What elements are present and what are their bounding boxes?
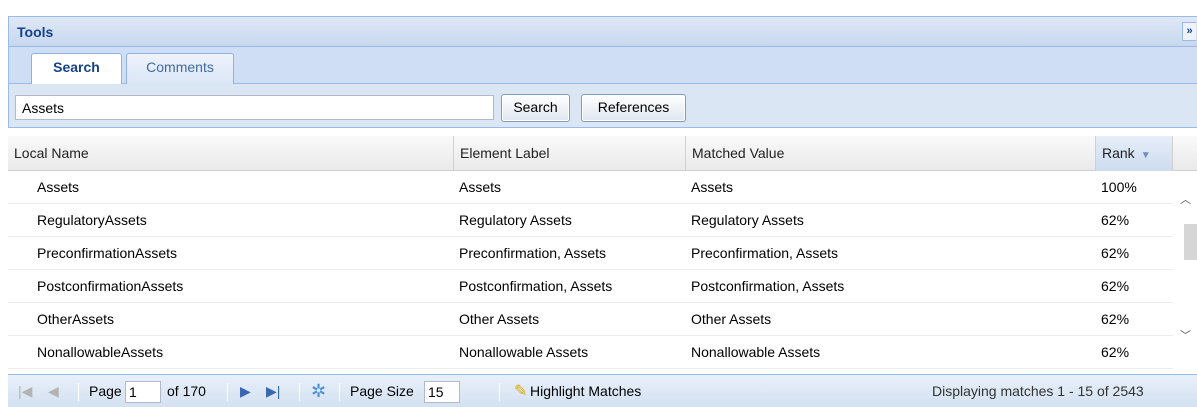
refresh-icon[interactable]: ✲ xyxy=(311,375,326,407)
tab-comments[interactable]: Comments xyxy=(126,53,234,84)
column-header-element-label[interactable]: Element Label xyxy=(454,136,686,171)
scroll-down-icon[interactable]: ﹀ xyxy=(1180,327,1191,343)
tab-search[interactable]: Search xyxy=(31,53,122,85)
cell-rank: 62% xyxy=(1101,311,1130,327)
page-size-input[interactable] xyxy=(424,381,460,403)
scroll-thumb[interactable] xyxy=(1184,224,1197,260)
cell-local-name: OtherAssets xyxy=(37,311,115,327)
cell-rank: 62% xyxy=(1101,245,1130,261)
cell-element-label: Postconfirmation, Assets xyxy=(459,278,613,294)
cell-rank: 62% xyxy=(1101,212,1130,228)
toolbar-separator xyxy=(499,383,500,401)
cell-local-name: PostconfirmationAssets xyxy=(37,278,184,294)
cell-matched-value: Regulatory Assets xyxy=(691,212,804,228)
cell-element-label: Assets xyxy=(459,179,502,195)
page-size-label: Page Size xyxy=(350,383,414,399)
cell-matched-value: Nonallowable Assets xyxy=(691,344,821,360)
cell-matched-value: Postconfirmation, Assets xyxy=(691,278,845,294)
cell-matched-value: Assets xyxy=(691,179,734,195)
column-header-rank[interactable]: Rank ▼ xyxy=(1096,136,1173,171)
cell-element-label: Preconfirmation, Assets xyxy=(459,245,607,261)
scroll-up-icon[interactable]: ︿ xyxy=(1180,191,1191,207)
panel-title: Tools xyxy=(17,24,54,40)
toolbar-separator xyxy=(227,383,228,401)
table-row[interactable]: PostconfirmationAssets Postconfirmation,… xyxy=(8,270,1173,303)
cell-element-label: Regulatory Assets xyxy=(459,212,572,228)
cell-matched-value: Other Assets xyxy=(691,311,772,327)
column-label: Element Label xyxy=(460,145,550,161)
cell-local-name: PreconfirmationAssets xyxy=(37,245,178,261)
column-header-local-name[interactable]: Local Name xyxy=(8,136,454,171)
page-number-input[interactable] xyxy=(125,381,161,403)
cell-rank: 62% xyxy=(1101,278,1130,294)
cell-local-name: Assets xyxy=(37,179,80,195)
results-grid: Assets Assets Assets 100% RegulatoryAsse… xyxy=(8,171,1173,371)
paging-status: Displaying matches 1 - 15 of 2543 xyxy=(932,383,1144,399)
search-input[interactable] xyxy=(15,95,494,120)
grid-header: Local Name Element Label Matched Value R… xyxy=(8,136,1197,171)
paging-toolbar: |◀ ◀ Page of 170 ▶ ▶| ✲ Page Size ✎ High… xyxy=(8,374,1197,407)
cell-element-label: Nonallowable Assets xyxy=(459,344,589,360)
cell-local-name: NonallowableAssets xyxy=(37,344,164,360)
toolbar-separator xyxy=(78,383,79,401)
sort-descending-icon: ▼ xyxy=(1140,150,1151,161)
column-header-matched-value[interactable]: Matched Value xyxy=(686,136,1096,171)
last-page-icon[interactable]: ▶| xyxy=(266,375,280,407)
cell-matched-value: Preconfirmation, Assets xyxy=(691,245,839,261)
collapse-icon[interactable]: » xyxy=(1182,22,1196,41)
tab-strip: Search Comments xyxy=(8,47,1197,85)
tools-panel-header: Tools » xyxy=(8,16,1197,47)
highlighter-icon[interactable]: ✎ xyxy=(514,375,527,407)
previous-page-icon[interactable]: ◀ xyxy=(48,375,59,407)
table-row[interactable]: OtherAssets Other Assets Other Assets 62… xyxy=(8,303,1173,336)
table-row[interactable]: Assets Assets Assets 100% xyxy=(8,171,1173,204)
column-label: Rank xyxy=(1102,145,1135,161)
search-toolbar: Search References xyxy=(8,84,1197,128)
page-label: Page xyxy=(89,383,122,399)
search-button[interactable]: Search xyxy=(501,94,570,122)
page-count-label: of 170 xyxy=(167,383,206,399)
references-button[interactable]: References xyxy=(581,94,686,122)
first-page-icon[interactable]: |◀ xyxy=(18,375,32,407)
table-row[interactable]: NonallowableAssets Nonallowable Assets N… xyxy=(8,336,1173,369)
column-label: Matched Value xyxy=(692,145,785,161)
toolbar-separator xyxy=(339,383,340,401)
table-row[interactable]: RegulatoryAssets Regulatory Assets Regul… xyxy=(8,204,1173,237)
cell-rank: 62% xyxy=(1101,344,1130,360)
table-row[interactable]: PreconfirmationAssets Preconfirmation, A… xyxy=(8,237,1173,270)
cell-rank: 100% xyxy=(1101,179,1137,195)
cell-element-label: Other Assets xyxy=(459,311,540,327)
toolbar-separator xyxy=(299,383,300,401)
grid-scrollbar[interactable]: ︿ ﹀ xyxy=(1173,171,1197,371)
cell-local-name: RegulatoryAssets xyxy=(37,212,147,228)
next-page-icon[interactable]: ▶ xyxy=(240,375,251,407)
column-label: Local Name xyxy=(14,145,89,161)
highlight-matches-button[interactable]: Highlight Matches xyxy=(530,375,641,407)
